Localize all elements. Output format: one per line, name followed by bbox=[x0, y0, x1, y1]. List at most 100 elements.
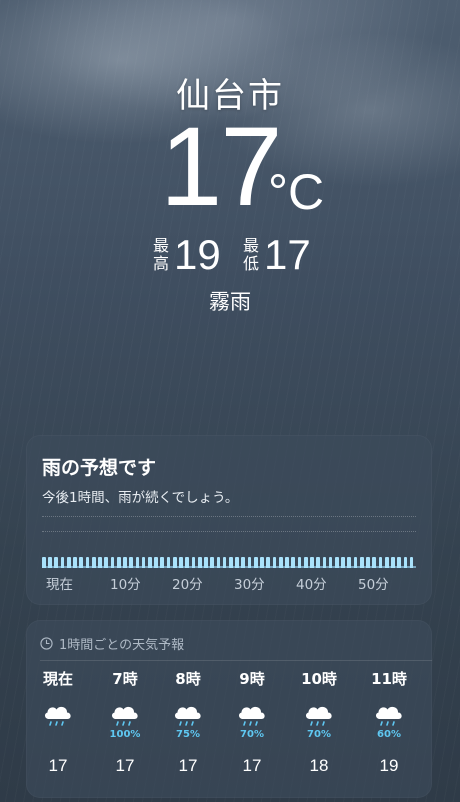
rain-intensity-bar bbox=[347, 557, 352, 568]
rain-intensity-bar bbox=[123, 557, 127, 568]
hour-temperature: 17 bbox=[115, 756, 135, 775]
hour-precip-probability bbox=[30, 728, 86, 742]
hour-time: 10時 bbox=[301, 670, 337, 688]
hourly-forecast-card[interactable]: 1時間ごとの天気予報 現在 17 7時 100% 17 8時 75% 17 9時… bbox=[26, 620, 432, 798]
rain-intensity-bar bbox=[278, 557, 283, 568]
hour-time: 7時 bbox=[112, 670, 138, 688]
rain-intensity-bar bbox=[179, 557, 183, 568]
rain-intensity-bar bbox=[216, 557, 221, 568]
rain-intensity-bar bbox=[341, 557, 345, 568]
high-label-text: 最高 bbox=[152, 236, 169, 273]
rain-intensity-bar bbox=[42, 557, 46, 568]
rain-intensity-bar bbox=[285, 557, 289, 568]
temperature-unit: °C bbox=[268, 164, 325, 220]
rain-intensity-bar bbox=[154, 557, 158, 568]
rain-intensity-bar bbox=[185, 557, 190, 568]
rain-forecast-title: 雨の予想です bbox=[42, 457, 157, 479]
rain-intensity-bar bbox=[66, 557, 71, 568]
hour-item-10[interactable]: 10時 70% 18 bbox=[291, 668, 347, 776]
rain-cloud-icon bbox=[44, 706, 72, 726]
hour-item-7[interactable]: 7時 100% 17 bbox=[97, 668, 153, 776]
rain-intensity-bar bbox=[135, 557, 140, 568]
rain-cloud-icon bbox=[174, 706, 202, 726]
hour-precip-probability: 70% bbox=[307, 729, 331, 740]
low-label: 最低 bbox=[242, 237, 260, 273]
rain-intensity-bar bbox=[204, 557, 208, 568]
rain-intensity-bar bbox=[191, 557, 196, 568]
rain-intensity-bar bbox=[166, 557, 171, 568]
rain-intensity-bar bbox=[272, 557, 277, 568]
rain-intensity-bar bbox=[116, 557, 121, 568]
rain-intensity-bar bbox=[322, 557, 327, 568]
hour-temperature: 17 bbox=[242, 756, 262, 775]
hour-precip-probability: 70% bbox=[240, 729, 264, 740]
hourly-forecast-title: 1時間ごとの天気予報 bbox=[59, 638, 185, 653]
rain-cloud-icon bbox=[111, 706, 139, 726]
rain-intensity-bar bbox=[266, 557, 271, 568]
hour-item-11[interactable]: 11時 60% 19 bbox=[361, 668, 417, 776]
hour-time: 現在 bbox=[42, 670, 73, 688]
rain-intensity-bar bbox=[54, 557, 59, 568]
current-weather-header: 仙台市 17 °C bbox=[0, 68, 460, 233]
hour-item-now[interactable]: 現在 17 bbox=[30, 668, 86, 776]
rain-intensity-bar bbox=[353, 557, 358, 568]
rain-cloud-icon bbox=[375, 706, 403, 726]
rain-intensity-bar bbox=[129, 557, 133, 568]
rain-intensity-bar bbox=[397, 557, 402, 568]
rain-intensity-bar bbox=[366, 557, 370, 568]
axis-label-50min: 50分 bbox=[358, 577, 389, 593]
current-temperature: 17 °C bbox=[0, 111, 460, 233]
high-value: 19 bbox=[174, 231, 221, 278]
axis-label-40min: 40分 bbox=[296, 577, 327, 593]
rain-intensity-bar bbox=[297, 557, 302, 568]
axis-label-now: 現在 bbox=[46, 577, 73, 593]
hour-temperature: 17 bbox=[48, 756, 68, 775]
rain-intensity-bar bbox=[328, 557, 333, 568]
rain-intensity-bar bbox=[160, 557, 165, 568]
low-label-text: 最低 bbox=[242, 236, 259, 273]
rain-intensity-bar bbox=[316, 557, 320, 568]
axis-label-10min: 10分 bbox=[110, 577, 141, 593]
rain-intensity-bars bbox=[42, 548, 416, 568]
low-value: 17 bbox=[264, 231, 311, 278]
rain-intensity-bar bbox=[403, 557, 408, 568]
rain-intensity-bar bbox=[291, 557, 296, 568]
rain-forecast-card[interactable]: 雨の予想です 今後1時間、雨が続くでしょう。 現在 10分 20分 30分 40… bbox=[26, 435, 432, 605]
rain-cloud-icon bbox=[238, 706, 266, 726]
rain-intensity-bar bbox=[384, 557, 389, 568]
rain-intensity-bar bbox=[147, 557, 152, 568]
rain-intensity-bar bbox=[141, 557, 146, 568]
hour-precip-probability: 60% bbox=[377, 729, 401, 740]
rain-intensity-bar bbox=[98, 557, 102, 568]
rain-intensity-bar bbox=[229, 557, 233, 568]
rain-intensity-bar bbox=[91, 557, 96, 568]
axis-label-30min: 30分 bbox=[234, 577, 265, 593]
rain-intensity-bar bbox=[73, 557, 77, 568]
rain-intensity-bar bbox=[260, 557, 264, 568]
rain-intensity-bar bbox=[172, 557, 177, 568]
rain-intensity-bar bbox=[303, 557, 308, 568]
rain-intensity-bar bbox=[372, 557, 377, 568]
weather-condition: 霧雨 bbox=[209, 290, 251, 314]
rain-intensity-bar bbox=[222, 557, 227, 568]
rain-intensity-bar bbox=[197, 557, 202, 568]
hour-temperature: 19 bbox=[379, 756, 399, 775]
hour-time: 8時 bbox=[175, 670, 201, 688]
rain-intensity-bar bbox=[85, 557, 90, 568]
rain-intensity-bar bbox=[253, 557, 258, 568]
hour-precip-probability: 75% bbox=[176, 729, 200, 740]
rain-intensity-bar bbox=[210, 557, 215, 568]
hour-item-8[interactable]: 8時 75% 17 bbox=[160, 668, 216, 776]
rain-intensity-bar bbox=[60, 557, 65, 568]
hour-precip-probability: 100% bbox=[109, 729, 141, 740]
hour-temperature: 17 bbox=[178, 756, 198, 775]
intensity-gridline-heavy bbox=[42, 516, 416, 517]
clock-icon bbox=[40, 637, 53, 650]
temperature-value: 17 bbox=[160, 104, 283, 229]
rain-intensity-bar bbox=[409, 557, 414, 568]
high-label: 最高 bbox=[152, 237, 170, 273]
rain-time-axis: 現在 10分 20分 30分 40分 50分 bbox=[42, 573, 416, 593]
rain-intensity-bar bbox=[334, 557, 339, 568]
hour-item-9[interactable]: 9時 70% 17 bbox=[224, 668, 280, 776]
rain-intensity-bar bbox=[104, 557, 109, 568]
